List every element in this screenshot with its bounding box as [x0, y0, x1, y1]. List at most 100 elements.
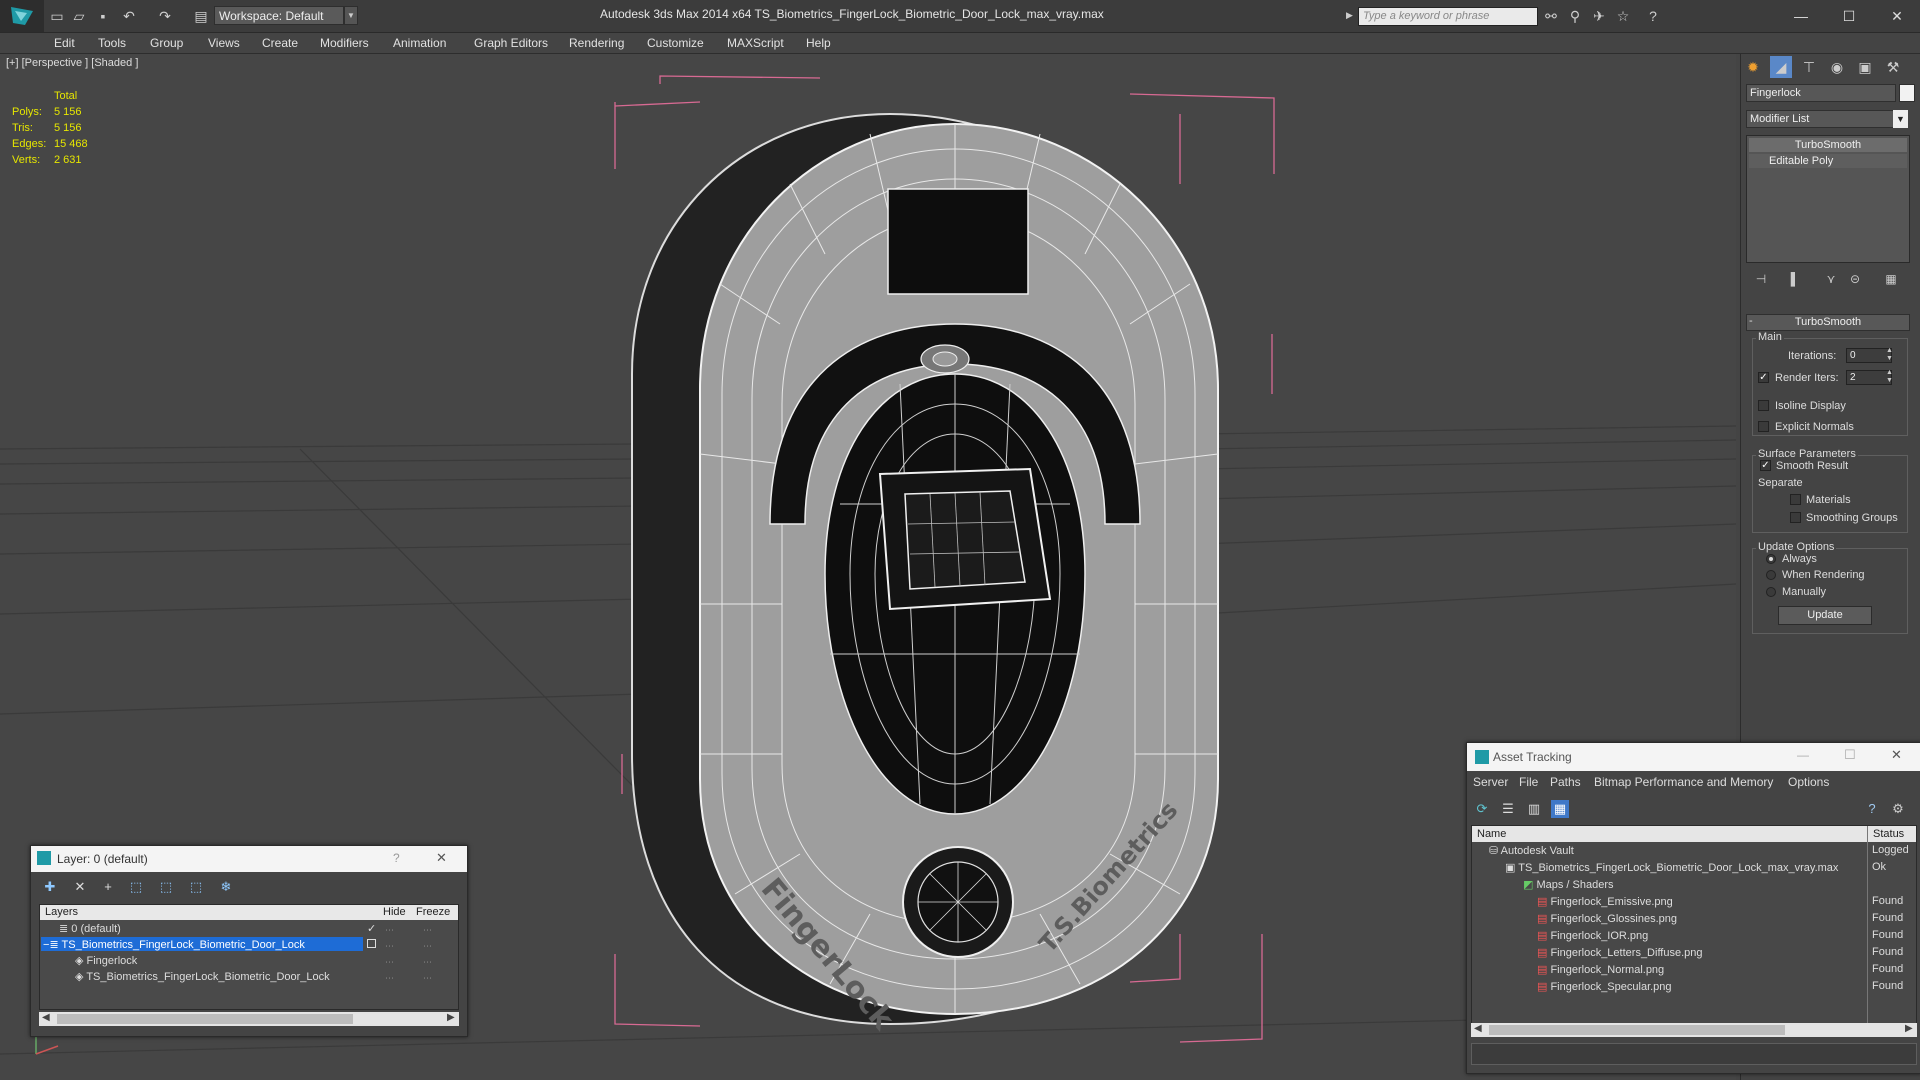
- settings-icon[interactable]: ⚙: [1889, 800, 1907, 818]
- column-header-status[interactable]: Status: [1873, 828, 1904, 840]
- scroll-left-icon[interactable]: ◀: [1474, 1023, 1482, 1034]
- modify-tab-icon[interactable]: ◢: [1770, 56, 1792, 78]
- close-icon[interactable]: ✕: [436, 850, 447, 866]
- create-layer-icon[interactable]: ✚: [41, 878, 59, 896]
- menu-help[interactable]: Help: [806, 36, 831, 50]
- pin-stack-icon[interactable]: ⊣: [1752, 270, 1770, 288]
- rollout-turbosmooth[interactable]: TurboSmooth: [1746, 314, 1910, 331]
- make-unique-icon[interactable]: ⋎: [1822, 270, 1840, 288]
- stack-item-editable-poly[interactable]: Editable Poly: [1749, 154, 1907, 168]
- object-row[interactable]: ◈ Fingerlock: [75, 954, 137, 967]
- select-objects-icon[interactable]: ⬚: [127, 878, 145, 896]
- utilities-tab-icon[interactable]: ⚒: [1882, 56, 1904, 78]
- menu-modifiers[interactable]: Modifiers: [320, 36, 369, 50]
- freeze-all-icon[interactable]: ❄: [217, 878, 235, 896]
- manually-radio[interactable]: [1766, 587, 1776, 597]
- smoothing-groups-checkbox[interactable]: [1790, 512, 1801, 523]
- collapse-icon[interactable]: -: [1749, 315, 1753, 327]
- help-icon[interactable]: ?: [1644, 7, 1662, 25]
- hide-toggles[interactable]: ⋯ ⋯ ⋯ ⋯: [385, 922, 394, 986]
- menu-views[interactable]: Views: [208, 36, 240, 50]
- when-rendering-radio[interactable]: [1766, 570, 1776, 580]
- hide-all-icon[interactable]: ⬚: [187, 878, 205, 896]
- close-icon[interactable]: ✕: [1882, 5, 1912, 27]
- list-view-icon[interactable]: ☰: [1499, 800, 1517, 818]
- render-iters-checkbox[interactable]: ✓: [1758, 372, 1769, 383]
- asset-menu-paths[interactable]: Paths: [1550, 775, 1581, 789]
- asset-row[interactable]: ▤ Fingerlock_Glossines.png: [1537, 912, 1677, 925]
- maximize-icon[interactable]: ☐: [1834, 5, 1864, 27]
- asset-menu-server[interactable]: Server: [1473, 775, 1508, 789]
- refresh-icon[interactable]: ⟳: [1473, 800, 1491, 818]
- stack-item-turbosmooth[interactable]: TurboSmooth: [1749, 138, 1907, 152]
- star-icon[interactable]: ☆: [1614, 7, 1632, 25]
- layer-row[interactable]: ≣ 0 (default): [59, 922, 121, 935]
- table-view-icon[interactable]: ▦: [1551, 800, 1569, 818]
- asset-menu-file[interactable]: File: [1519, 775, 1538, 789]
- close-icon[interactable]: ✕: [1891, 747, 1902, 763]
- object-name-field[interactable]: Fingerlock: [1746, 84, 1896, 102]
- asset-row[interactable]: ▤ Fingerlock_Emissive.png: [1537, 895, 1673, 908]
- viewport-label[interactable]: [+] [Perspective ] [Shaded ]: [6, 57, 138, 69]
- smooth-result-checkbox[interactable]: ✓: [1760, 460, 1771, 471]
- spinner-arrows-icon[interactable]: ▲ ▼: [1886, 369, 1893, 385]
- create-tab-icon[interactable]: ✹: [1742, 56, 1764, 78]
- column-header-freeze[interactable]: Freeze: [416, 906, 450, 918]
- play-icon[interactable]: ▶: [1346, 10, 1354, 22]
- asset-row[interactable]: ▤ Fingerlock_IOR.png: [1537, 929, 1648, 942]
- scrollbar-thumb[interactable]: [57, 1014, 353, 1024]
- asset-row[interactable]: ▤ Fingerlock_Letters_Diffuse.png: [1537, 946, 1703, 959]
- spinner-arrows-icon[interactable]: ▲ ▼: [1886, 347, 1893, 363]
- project-folder-icon[interactable]: ▤: [192, 7, 210, 25]
- menu-graph-editors[interactable]: Graph Editors: [474, 36, 548, 50]
- new-file-icon[interactable]: ▭: [48, 7, 66, 25]
- menu-group[interactable]: Group: [150, 36, 183, 50]
- minimize-icon[interactable]: —: [1797, 748, 1809, 762]
- open-file-icon[interactable]: ▱: [70, 7, 88, 25]
- hierarchy-tab-icon[interactable]: ⊤: [1798, 56, 1820, 78]
- scroll-right-icon[interactable]: ▶: [1905, 1023, 1913, 1034]
- menu-customize[interactable]: Customize: [647, 36, 704, 50]
- delete-layer-icon[interactable]: ✕: [71, 878, 89, 896]
- help-icon[interactable]: ?: [393, 851, 400, 865]
- undo-icon[interactable]: ↶: [120, 7, 138, 25]
- freeze-toggles[interactable]: ⋯ ⋯ ⋯ ⋯: [423, 922, 432, 986]
- minimize-icon[interactable]: —: [1786, 5, 1816, 27]
- configure-sets-icon[interactable]: ▦: [1882, 270, 1900, 288]
- object-row[interactable]: ◈ TS_Biometrics_FingerLock_Biometric_Doo…: [75, 970, 330, 983]
- object-color-swatch[interactable]: [1899, 84, 1915, 102]
- explicit-normals-checkbox[interactable]: [1758, 421, 1769, 432]
- binoculars-icon[interactable]: ⚯: [1542, 7, 1560, 25]
- path-field[interactable]: [1471, 1043, 1917, 1065]
- menu-edit[interactable]: Edit: [54, 36, 75, 50]
- app-menu-button[interactable]: [0, 0, 44, 32]
- asset-row[interactable]: ▤ Fingerlock_Specular.png: [1537, 980, 1672, 993]
- column-header-name[interactable]: Name: [1477, 828, 1506, 840]
- materials-checkbox[interactable]: [1790, 494, 1801, 505]
- asset-row[interactable]: ◩ Maps / Shaders: [1523, 878, 1614, 891]
- workspace-dropdown[interactable]: Workspace: Default: [214, 6, 344, 25]
- menu-maxscript[interactable]: MAXScript: [727, 36, 784, 50]
- asset-row[interactable]: ▤ Fingerlock_Normal.png: [1537, 963, 1664, 976]
- column-header-layers[interactable]: Layers: [45, 906, 78, 918]
- menu-tools[interactable]: Tools: [98, 36, 126, 50]
- search-input[interactable]: Type a keyword or phrase: [1358, 7, 1538, 26]
- add-to-layer-icon[interactable]: +: [99, 878, 117, 896]
- exchange-icon[interactable]: ✈: [1590, 7, 1608, 25]
- asset-row[interactable]: ▣ TS_Biometrics_FingerLock_Biometric_Doo…: [1505, 861, 1838, 874]
- menu-rendering[interactable]: Rendering: [569, 36, 624, 50]
- isoline-display-checkbox[interactable]: [1758, 400, 1769, 411]
- menu-create[interactable]: Create: [262, 36, 298, 50]
- scroll-left-icon[interactable]: ◀: [42, 1012, 50, 1023]
- display-tab-icon[interactable]: ▣: [1854, 56, 1876, 78]
- save-file-icon[interactable]: ▪: [94, 7, 112, 25]
- show-end-result-icon[interactable]: ▌: [1786, 270, 1804, 288]
- menu-animation[interactable]: Animation: [393, 36, 446, 50]
- layer-row[interactable]: −≣ TS_Biometrics_FingerLock_Biometric_Do…: [43, 938, 305, 951]
- remove-modifier-icon[interactable]: ⊝: [1846, 270, 1864, 288]
- highlight-layer-icon[interactable]: ⬚: [157, 878, 175, 896]
- asset-menu-options[interactable]: Options: [1788, 775, 1829, 789]
- chevron-down-icon[interactable]: ▼: [1893, 110, 1908, 128]
- modifier-list-dropdown[interactable]: Modifier List: [1746, 110, 1907, 128]
- active-layer-checkbox[interactable]: [367, 939, 376, 948]
